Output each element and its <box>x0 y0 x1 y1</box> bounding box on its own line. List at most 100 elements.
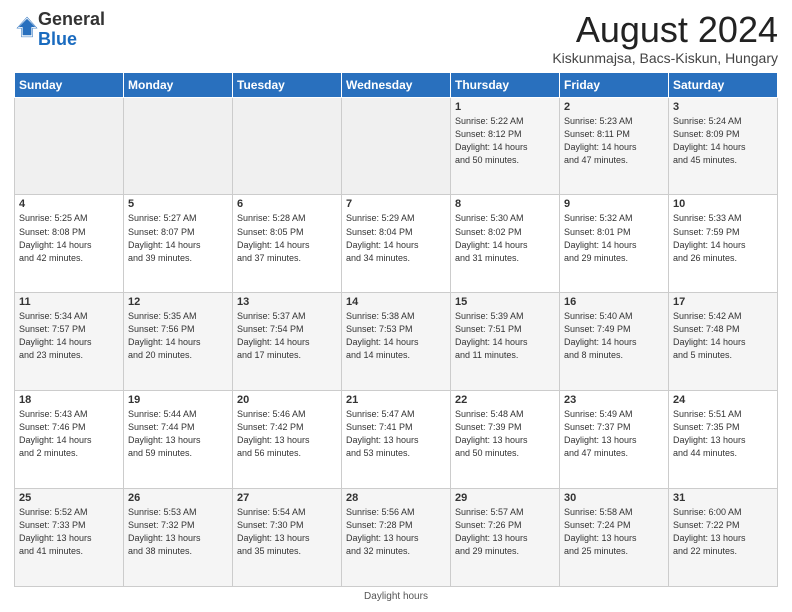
day-number: 9 <box>564 198 664 210</box>
header: General Blue August 2024 Kiskunmajsa, Ba… <box>14 10 778 66</box>
calendar-cell: 3 Sunrise: 5:24 AM Sunset: 8:09 PM Daylig… <box>669 97 778 195</box>
footer-note: Daylight hours <box>14 591 778 602</box>
day-info: Sunrise: 5:35 AM Sunset: 7:56 PM Dayligh… <box>128 310 228 362</box>
calendar-cell: 24 Sunrise: 5:51 AM Sunset: 7:35 PM Dayli… <box>669 391 778 489</box>
day-number: 24 <box>673 394 773 406</box>
day-info: Sunrise: 5:48 AM Sunset: 7:39 PM Dayligh… <box>455 408 555 460</box>
calendar-day-header: Thursday <box>451 72 560 97</box>
day-number: 14 <box>346 296 446 308</box>
day-info: Sunrise: 5:43 AM Sunset: 7:46 PM Dayligh… <box>19 408 119 460</box>
calendar-day-header: Wednesday <box>342 72 451 97</box>
day-number: 27 <box>237 492 337 504</box>
day-info: Sunrise: 5:37 AM Sunset: 7:54 PM Dayligh… <box>237 310 337 362</box>
calendar-cell <box>15 97 124 195</box>
calendar-cell: 4Sunrise: 5:25 AM Sunset: 8:08 PM Daylig… <box>15 195 124 293</box>
logo-icon <box>16 16 38 38</box>
day-info: Sunrise: 5:54 AM Sunset: 7:30 PM Dayligh… <box>237 506 337 558</box>
main-title: August 2024 <box>552 10 778 50</box>
calendar-cell: 29Sunrise: 5:57 AM Sunset: 7:26 PM Dayli… <box>451 489 560 587</box>
day-info: Sunrise: 5:39 AM Sunset: 7:51 PM Dayligh… <box>455 310 555 362</box>
day-number: 5 <box>128 198 228 210</box>
day-number: 23 <box>564 394 664 406</box>
day-number: 13 <box>237 296 337 308</box>
day-info: Sunrise: 5:52 AM Sunset: 7:33 PM Dayligh… <box>19 506 119 558</box>
title-block: August 2024 Kiskunmajsa, Bacs-Kiskun, Hu… <box>552 10 778 66</box>
calendar-cell: 12 Sunrise: 5:35 AM Sunset: 7:56 PM Dayli… <box>124 293 233 391</box>
day-number: 25 <box>19 492 119 504</box>
day-number: 12 <box>128 296 228 308</box>
day-number: 19 <box>128 394 228 406</box>
day-number: 28 <box>346 492 446 504</box>
logo-blue-text: Blue <box>38 29 77 49</box>
day-info: Sunrise: 5:49 AM Sunset: 7:37 PM Dayligh… <box>564 408 664 460</box>
calendar-cell <box>342 97 451 195</box>
calendar-cell: 8Sunrise: 5:30 AM Sunset: 8:02 PM Daylig… <box>451 195 560 293</box>
calendar-week-row: 1 Sunrise: 5:22 AM Sunset: 8:12 PM Daylig… <box>15 97 778 195</box>
daylight-hours-label: Daylight hours <box>364 591 428 602</box>
day-info: Sunrise: 5:22 AM Sunset: 8:12 PM Dayligh… <box>455 115 555 167</box>
day-info: Sunrise: 5:32 AM Sunset: 8:01 PM Dayligh… <box>564 212 664 264</box>
calendar-week-row: 11Sunrise: 5:34 AM Sunset: 7:57 PM Dayli… <box>15 293 778 391</box>
calendar-week-row: 18Sunrise: 5:43 AM Sunset: 7:46 PM Dayli… <box>15 391 778 489</box>
calendar-cell: 28 Sunrise: 5:56 AM Sunset: 7:28 PM Dayli… <box>342 489 451 587</box>
calendar-cell: 6Sunrise: 5:28 AM Sunset: 8:05 PM Daylig… <box>233 195 342 293</box>
day-number: 26 <box>128 492 228 504</box>
calendar-cell: 2 Sunrise: 5:23 AM Sunset: 8:11 PM Daylig… <box>560 97 669 195</box>
day-info: Sunrise: 6:00 AM Sunset: 7:22 PM Dayligh… <box>673 506 773 558</box>
day-number: 6 <box>237 198 337 210</box>
calendar-cell: 18Sunrise: 5:43 AM Sunset: 7:46 PM Dayli… <box>15 391 124 489</box>
day-info: Sunrise: 5:33 AM Sunset: 7:59 PM Dayligh… <box>673 212 773 264</box>
day-number: 15 <box>455 296 555 308</box>
day-info: Sunrise: 5:38 AM Sunset: 7:53 PM Dayligh… <box>346 310 446 362</box>
day-number: 2 <box>564 101 664 113</box>
calendar-table: SundayMondayTuesdayWednesdayThursdayFrid… <box>14 72 778 587</box>
calendar-day-header: Tuesday <box>233 72 342 97</box>
day-number: 11 <box>19 296 119 308</box>
calendar-cell: 7Sunrise: 5:29 AM Sunset: 8:04 PM Daylig… <box>342 195 451 293</box>
calendar-cell: 27 Sunrise: 5:54 AM Sunset: 7:30 PM Dayli… <box>233 489 342 587</box>
calendar-day-header: Saturday <box>669 72 778 97</box>
day-info: Sunrise: 5:27 AM Sunset: 8:07 PM Dayligh… <box>128 212 228 264</box>
day-info: Sunrise: 5:40 AM Sunset: 7:49 PM Dayligh… <box>564 310 664 362</box>
calendar-cell: 25 Sunrise: 5:52 AM Sunset: 7:33 PM Dayli… <box>15 489 124 587</box>
calendar-cell: 5 Sunrise: 5:27 AM Sunset: 8:07 PM Daylig… <box>124 195 233 293</box>
calendar-cell <box>233 97 342 195</box>
calendar-cell: 15 Sunrise: 5:39 AM Sunset: 7:51 PM Dayli… <box>451 293 560 391</box>
calendar-cell: 16 Sunrise: 5:40 AM Sunset: 7:49 PM Dayli… <box>560 293 669 391</box>
calendar-cell: 20Sunrise: 5:46 AM Sunset: 7:42 PM Dayli… <box>233 391 342 489</box>
calendar-day-header: Sunday <box>15 72 124 97</box>
calendar-cell: 11Sunrise: 5:34 AM Sunset: 7:57 PM Dayli… <box>15 293 124 391</box>
calendar-cell: 17 Sunrise: 5:42 AM Sunset: 7:48 PM Dayli… <box>669 293 778 391</box>
calendar-cell: 26 Sunrise: 5:53 AM Sunset: 7:32 PM Dayli… <box>124 489 233 587</box>
logo-general-text: General <box>38 9 105 29</box>
calendar-header-row: SundayMondayTuesdayWednesdayThursdayFrid… <box>15 72 778 97</box>
calendar-cell: 19 Sunrise: 5:44 AM Sunset: 7:44 PM Dayli… <box>124 391 233 489</box>
day-info: Sunrise: 5:46 AM Sunset: 7:42 PM Dayligh… <box>237 408 337 460</box>
calendar-week-row: 25 Sunrise: 5:52 AM Sunset: 7:33 PM Dayli… <box>15 489 778 587</box>
calendar-cell: 14 Sunrise: 5:38 AM Sunset: 7:53 PM Dayli… <box>342 293 451 391</box>
day-number: 17 <box>673 296 773 308</box>
day-info: Sunrise: 5:23 AM Sunset: 8:11 PM Dayligh… <box>564 115 664 167</box>
calendar-cell: 10 Sunrise: 5:33 AM Sunset: 7:59 PM Dayli… <box>669 195 778 293</box>
logo: General Blue <box>14 10 105 50</box>
calendar-cell: 1 Sunrise: 5:22 AM Sunset: 8:12 PM Daylig… <box>451 97 560 195</box>
day-info: Sunrise: 5:47 AM Sunset: 7:41 PM Dayligh… <box>346 408 446 460</box>
day-number: 10 <box>673 198 773 210</box>
day-info: Sunrise: 5:56 AM Sunset: 7:28 PM Dayligh… <box>346 506 446 558</box>
day-info: Sunrise: 5:29 AM Sunset: 8:04 PM Dayligh… <box>346 212 446 264</box>
calendar-day-header: Monday <box>124 72 233 97</box>
day-info: Sunrise: 5:51 AM Sunset: 7:35 PM Dayligh… <box>673 408 773 460</box>
day-number: 3 <box>673 101 773 113</box>
day-info: Sunrise: 5:24 AM Sunset: 8:09 PM Dayligh… <box>673 115 773 167</box>
day-info: Sunrise: 5:42 AM Sunset: 7:48 PM Dayligh… <box>673 310 773 362</box>
calendar-cell: 9 Sunrise: 5:32 AM Sunset: 8:01 PM Daylig… <box>560 195 669 293</box>
day-number: 1 <box>455 101 555 113</box>
calendar-cell: 23 Sunrise: 5:49 AM Sunset: 7:37 PM Dayli… <box>560 391 669 489</box>
day-info: Sunrise: 5:53 AM Sunset: 7:32 PM Dayligh… <box>128 506 228 558</box>
calendar-cell: 31 Sunrise: 6:00 AM Sunset: 7:22 PM Dayli… <box>669 489 778 587</box>
day-number: 31 <box>673 492 773 504</box>
day-number: 16 <box>564 296 664 308</box>
calendar-day-header: Friday <box>560 72 669 97</box>
calendar-cell: 21Sunrise: 5:47 AM Sunset: 7:41 PM Dayli… <box>342 391 451 489</box>
day-info: Sunrise: 5:44 AM Sunset: 7:44 PM Dayligh… <box>128 408 228 460</box>
